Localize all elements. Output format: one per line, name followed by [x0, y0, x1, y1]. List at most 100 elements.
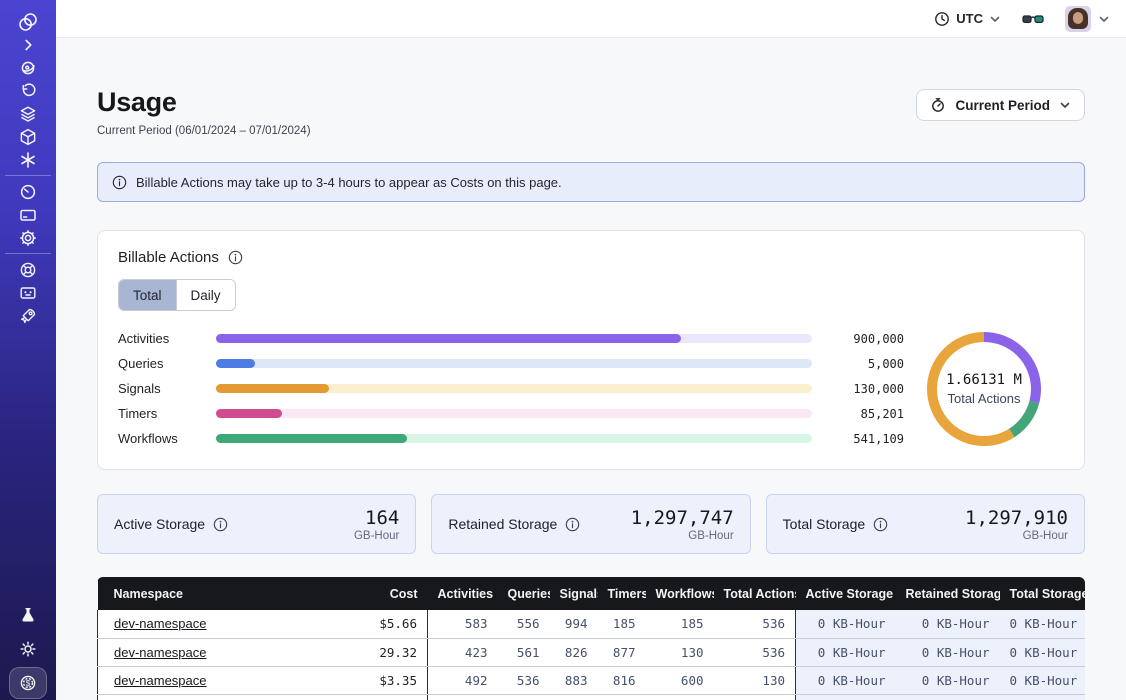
bar-row-timers: Timers 85,201: [118, 401, 904, 426]
col-activities: Activities: [428, 577, 498, 610]
storage-card-label: Retained Storage: [448, 516, 557, 532]
bar-track: [216, 359, 812, 368]
bar-row-signals: Signals 130,000: [118, 376, 904, 401]
bar-label: Activities: [118, 331, 204, 346]
cell-workflows: 185: [646, 610, 714, 638]
feedback-monitor-icon[interactable]: [0, 281, 56, 304]
cell-activities: 492: [428, 666, 498, 694]
cube-icon[interactable]: [0, 125, 56, 148]
tab-daily[interactable]: Daily: [177, 280, 235, 310]
cell-cost: $5.66: [338, 610, 428, 638]
cell-workflows: 600: [646, 666, 714, 694]
temporal-logo-icon[interactable]: [0, 10, 56, 33]
donut-center: 1.66131 M Total Actions: [946, 372, 1022, 406]
cell-signals: 826: [550, 638, 598, 666]
cell-queries: 561: [498, 638, 550, 666]
cell-total-storage: [1000, 694, 1086, 700]
total-storage-card: Total Storage 1,297,910 GB-Hour: [766, 494, 1085, 554]
cell-queries: [498, 694, 550, 700]
tab-total[interactable]: Total: [119, 280, 177, 310]
bar-row-queries: Queries 5,000: [118, 351, 904, 376]
history-icon[interactable]: [0, 79, 56, 102]
cell-retained-storage: 0 KB-Hour: [896, 666, 1000, 694]
clock-icon: [934, 11, 950, 27]
cell-timers: 877: [598, 638, 646, 666]
sidebar-item-usage[interactable]: $: [0, 666, 56, 700]
table-row: dev-namespace: [98, 694, 1086, 700]
period-button-label: Current Period: [955, 98, 1050, 113]
info-icon[interactable]: [213, 517, 228, 532]
cell-total-storage: 0 KB-Hour: [1000, 610, 1086, 638]
col-queries: Queries: [498, 577, 550, 610]
cell-active-storage: 0 KB-Hour: [796, 638, 896, 666]
stopwatch-icon: [930, 97, 946, 113]
page-header: Usage Current Period (06/01/2024 – 07/01…: [97, 87, 1085, 137]
cell-timers: 816: [598, 666, 646, 694]
cell-workflows: 130: [646, 638, 714, 666]
period-selector-button[interactable]: Current Period: [916, 89, 1085, 121]
settings-gear-icon[interactable]: [0, 226, 56, 249]
chevron-down-icon: [989, 13, 1001, 25]
cell-signals: 883: [550, 666, 598, 694]
storage-card-label: Total Storage: [783, 516, 866, 532]
lifebuoy-icon[interactable]: [0, 258, 56, 281]
banner-text: Billable Actions may take up to 3-4 hour…: [136, 175, 562, 190]
storage-card-unit: GB-Hour: [354, 530, 399, 542]
namespace-link[interactable]: dev-namespace: [114, 616, 207, 631]
bar-fill: [216, 359, 255, 368]
namespace-usage-table: Namespace Cost Activities Queries Signal…: [97, 577, 1085, 700]
storage-card-value: 1,297,747: [631, 507, 734, 529]
col-total-storage: Total Storage: [1000, 577, 1086, 610]
glasses-icon[interactable]: [1021, 9, 1045, 29]
account-menu[interactable]: [1065, 6, 1110, 32]
table-header-row: Namespace Cost Activities Queries Signal…: [98, 577, 1086, 610]
bar-track: [216, 334, 812, 343]
bar-value: 5,000: [824, 357, 904, 371]
cell-retained-storage: 0 KB-Hour: [896, 638, 1000, 666]
col-namespace: Namespace: [98, 577, 338, 610]
billable-actions-title: Billable Actions: [118, 249, 219, 266]
bar-row-workflows: Workflows 541,109: [118, 426, 904, 451]
storage-card-label: Active Storage: [114, 516, 205, 532]
cell-cost: 29.32: [338, 638, 428, 666]
active-storage-card: Active Storage 164 GB-Hour: [97, 494, 416, 554]
storage-summary-row: Active Storage 164 GB-Hour Retained Stor…: [97, 494, 1085, 554]
asterisk-icon[interactable]: [0, 148, 56, 171]
info-icon[interactable]: [228, 250, 243, 265]
credit-card-icon[interactable]: [0, 203, 56, 226]
namespaces-icon[interactable]: [0, 56, 56, 79]
topbar: UTC: [56, 0, 1126, 38]
info-icon[interactable]: [873, 517, 888, 532]
bar-track: [216, 409, 812, 418]
bar-value: 541,109: [824, 432, 904, 446]
sun-icon[interactable]: [0, 632, 56, 666]
usage-page: Usage Current Period (06/01/2024 – 07/01…: [56, 38, 1126, 700]
cell-total-storage: 0 KB-Hour: [1000, 666, 1086, 694]
layers-icon[interactable]: [0, 102, 56, 125]
sidebar-divider: [5, 175, 51, 176]
cell-signals: 994: [550, 610, 598, 638]
table-row: dev-namespace $5.66 583 556 994 185 185 …: [98, 610, 1086, 638]
bar-track: [216, 434, 812, 443]
bar-fill: [216, 334, 681, 343]
table-row: dev-namespace $3.35 492 536 883 816 600 …: [98, 666, 1086, 694]
info-icon[interactable]: [565, 517, 580, 532]
rocket-icon[interactable]: [0, 304, 56, 327]
bar-track: [216, 384, 812, 393]
col-total-actions: Total Actions: [714, 577, 796, 610]
cell-retained-storage: 0 KB-Hour: [896, 610, 1000, 638]
expand-chevron-right-icon[interactable]: [0, 33, 56, 56]
namespace-link[interactable]: dev-namespace: [114, 673, 207, 688]
cell-total-actions: [714, 694, 796, 700]
cell-active-storage: [796, 694, 896, 700]
app-window: $ UTC: [0, 0, 1126, 700]
gauge-icon[interactable]: [0, 180, 56, 203]
flask-icon[interactable]: [0, 598, 56, 632]
namespace-link[interactable]: dev-namespace: [114, 645, 207, 660]
timezone-selector[interactable]: UTC: [934, 11, 1001, 27]
billable-actions-chart: Activities 900,000 Queries 5,000 Signals: [118, 326, 1064, 451]
cell-active-storage: 0 KB-Hour: [796, 610, 896, 638]
svg-text:$: $: [26, 679, 31, 688]
bar-chart: Activities 900,000 Queries 5,000 Signals: [118, 326, 904, 451]
cell-retained-storage: [896, 694, 1000, 700]
